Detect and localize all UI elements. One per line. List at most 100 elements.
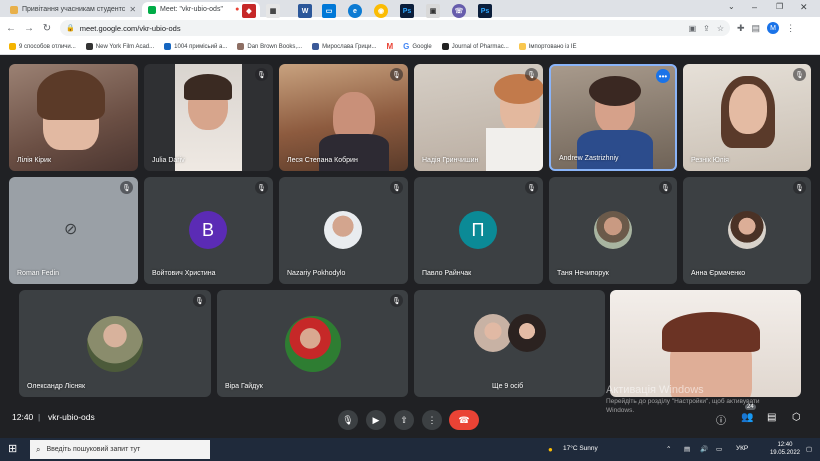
participant-tile[interactable]: 🎙 Олександр Лісняк	[19, 290, 211, 397]
bookmark-favicon-icon	[237, 43, 245, 50]
bookmark-star-icon[interactable]: ☆	[717, 24, 724, 33]
forward-icon[interactable]: →	[22, 21, 36, 35]
taskbar-clock[interactable]: 12:40 19.05.2022	[770, 441, 800, 457]
photoshop-icon[interactable]: Ps	[400, 4, 414, 18]
participant-tile[interactable]: 🎙 Таня Нечипорук	[549, 177, 677, 284]
more-options-button[interactable]: ⋮	[422, 410, 442, 430]
profile-photo-avatar	[87, 316, 143, 372]
participant-tile[interactable]: 🎙 Леся Степана Кобрин	[279, 64, 408, 171]
meeting-details-icon[interactable]: ⓘ	[716, 412, 726, 427]
leave-call-button[interactable]: ☎	[449, 410, 479, 430]
maximize-icon[interactable]: ❐	[776, 2, 783, 11]
others-tile[interactable]: Ще 9 осіб	[414, 290, 605, 397]
back-icon[interactable]: ←	[4, 21, 18, 35]
bookmark-item[interactable]: Journal of Pharmac...	[439, 43, 512, 50]
present-screen-button[interactable]: ⇧	[394, 410, 414, 430]
notifications-icon[interactable]: ▢	[806, 445, 812, 453]
participant-tile[interactable]: П 🎙 Павло Райнчак	[414, 177, 543, 284]
participant-name: Таня Нечипорук	[557, 270, 609, 277]
video-hair	[662, 312, 760, 352]
window-close-icon[interactable]: ✕	[800, 2, 808, 13]
video-body	[577, 130, 653, 169]
share-icon[interactable]: ⇪	[703, 24, 710, 33]
camera-button[interactable]: ▶	[366, 410, 386, 430]
mic-muted-icon: 🎙	[390, 294, 403, 307]
participant-tile[interactable]: ⊘ 🎙 Roman Fedin	[9, 177, 138, 284]
microphone-button[interactable]: 🎙	[338, 410, 358, 430]
participant-tile[interactable]: 🎙 Резнік Юлія	[683, 64, 811, 171]
bookmark-item[interactable]: 1004 примісьий а...	[161, 43, 230, 50]
app-icon[interactable]: ◆	[242, 4, 256, 18]
address-bar[interactable]: 🔒 meet.google.com/vkr-ubio-ods ▣ ⇪ ☆	[60, 20, 730, 36]
gmail-icon: M	[386, 42, 394, 51]
viber-icon[interactable]: ☏	[452, 4, 466, 18]
extensions-icon[interactable]: ✚	[737, 23, 745, 34]
participant-name: Анна Єрмаченко	[691, 270, 746, 277]
word-icon[interactable]: W	[298, 4, 312, 18]
minimize-icon[interactable]: –	[752, 2, 757, 12]
keyboard-language[interactable]: УКР	[736, 445, 748, 452]
bookmark-favicon-icon	[9, 43, 16, 50]
participant-tile[interactable]: 🎙 Анна Єрмаченко	[683, 177, 811, 284]
weather-sun-icon: ●	[548, 445, 553, 454]
participant-name: Віра Гайдук	[225, 383, 263, 390]
chrome-icon[interactable]: ◉	[374, 4, 388, 18]
bookmark-item[interactable]: Мирослава Грици...	[309, 43, 379, 50]
taskbar-search-input[interactable]: ⌕ Введіть пошуковий запит тут	[30, 440, 210, 459]
close-icon[interactable]: ✕	[129, 5, 136, 14]
video-hair	[37, 70, 105, 120]
tab-search-icon[interactable]: ⌄	[728, 2, 735, 11]
gmail-bookmark[interactable]: M	[383, 42, 396, 51]
participant-tile[interactable]: 🎙 Nazariy Pokhodylo	[279, 177, 408, 284]
profile-photo-avatar	[594, 211, 632, 249]
tray-chevron-icon[interactable]: ⌃	[666, 445, 671, 453]
participant-tile[interactable]: В 🎙 Войтович Христина	[144, 177, 273, 284]
volume-icon[interactable]: 🔊	[700, 445, 708, 453]
reading-list-icon[interactable]: ▤	[752, 23, 761, 34]
participant-name: Nazariy Pokhodylo	[287, 270, 346, 277]
bookmark-item[interactable]: 9 способов отличи...	[6, 43, 79, 50]
participant-tile[interactable]: 🎙 Надія Гринчишин	[414, 64, 543, 171]
edge-icon[interactable]: e	[348, 4, 362, 18]
initial-avatar: П	[459, 211, 497, 249]
activities-icon[interactable]: ⬡	[792, 412, 801, 423]
bookmark-item[interactable]: New York Film Acad...	[83, 43, 157, 50]
self-view-tile[interactable]	[610, 290, 801, 397]
bookmark-label: Journal of Pharmac...	[451, 43, 509, 50]
more-options-icon[interactable]: •••	[656, 69, 670, 83]
menu-dots-icon[interactable]: ⋮	[786, 23, 795, 34]
profile-photo-avatar	[728, 211, 766, 249]
participant-tile[interactable]: 🎙 Віра Гайдук	[217, 290, 408, 397]
reload-icon[interactable]: ↻	[40, 21, 54, 35]
participant-tile-active[interactable]: ••• Andrew Zastrizhniy	[549, 64, 677, 171]
bookmark-item[interactable]: Імпортовано із IE	[516, 43, 580, 50]
app-icon[interactable]: ▣	[426, 4, 440, 18]
photoshop-icon[interactable]: Ps	[478, 4, 492, 18]
app-icon[interactable]: ▦	[266, 4, 280, 18]
tray-date: 19.05.2022	[769, 450, 800, 456]
lock-icon: 🔒	[66, 25, 75, 32]
url-text: meet.google.com/vkr-ubio-ods	[79, 23, 181, 33]
profile-avatar[interactable]: M	[767, 22, 780, 34]
battery-icon[interactable]: ▭	[716, 445, 722, 453]
camera-in-use-icon[interactable]: ▣	[689, 24, 697, 33]
participant-tile[interactable]: 🎙 Julia Dariv	[144, 64, 273, 171]
task-view-icon[interactable]: ⧉	[218, 4, 232, 18]
people-icon[interactable]: 👥	[741, 412, 753, 423]
chat-icon[interactable]: ▤	[767, 412, 776, 423]
bookmark-label: Мирослава Грици...	[322, 43, 377, 50]
participant-name: Леся Степана Кобрин	[287, 157, 358, 164]
bookmark-item[interactable]: Dan Brown Books,...	[234, 43, 305, 50]
participant-name: Roman Fedin	[17, 270, 60, 277]
video-hair	[589, 76, 641, 106]
tab-greeting[interactable]: Привітання учасникам студентс ✕	[4, 2, 140, 17]
file-explorer-icon[interactable]: ▭	[322, 4, 336, 18]
windows-start-icon[interactable]: ⊞	[8, 442, 17, 455]
mic-muted-icon: 🎙	[793, 181, 806, 194]
bookmark-item[interactable]: G Google	[400, 42, 435, 51]
search-icon: ⌕	[36, 444, 41, 454]
network-icon[interactable]: ▤	[684, 445, 690, 453]
weather-text[interactable]: 17°C Sunny	[563, 445, 598, 452]
participant-tile[interactable]: Лілія Кірик	[9, 64, 138, 171]
mic-muted-icon: 🎙	[255, 68, 268, 81]
